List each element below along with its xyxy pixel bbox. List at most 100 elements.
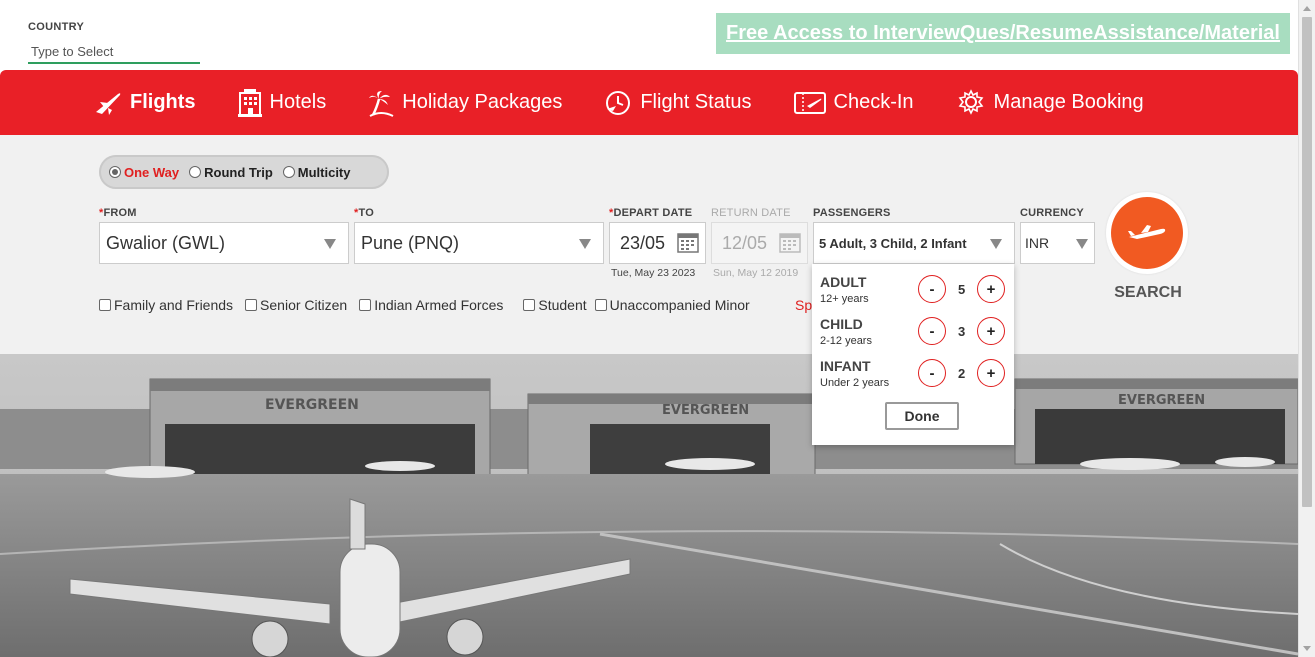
hotel-icon — [237, 88, 262, 117]
calendar-icon[interactable] — [677, 231, 699, 253]
passengers-select[interactable]: 5 Adult, 3 Child, 2 Infant — [813, 222, 1015, 264]
chevron-down-icon — [579, 239, 591, 249]
gear-icon — [958, 88, 983, 115]
adult-count: 5 — [958, 282, 966, 297]
country-label: COUNTRY — [28, 21, 85, 33]
adult-decrement-button[interactable]: - — [918, 275, 946, 303]
hangar-sign: EVERGREEN — [265, 397, 359, 413]
main-nav: Flights Hotels Holiday Packages Flight S… — [0, 70, 1298, 135]
from-label: *FROM — [99, 207, 137, 219]
nav-label: Flights — [130, 91, 196, 113]
pax-type: CHILD — [820, 316, 863, 332]
palm-tree-icon — [369, 90, 394, 117]
radio-button[interactable] — [282, 166, 295, 178]
nav-holiday-packages[interactable]: Holiday Packages — [368, 89, 562, 117]
checkbox[interactable] — [359, 299, 372, 311]
return-date-full: Sun, May 12 2019 — [713, 267, 799, 279]
scroll-up-arrow-icon[interactable] — [1303, 6, 1311, 11]
passengers-label: PASSENGERS — [813, 207, 891, 219]
radio-button[interactable] — [189, 166, 202, 178]
return-date-input[interactable]: 12/05 — [711, 222, 808, 264]
nav-label: Hotels — [269, 91, 327, 113]
depart-date-input[interactable]: 23/05 — [609, 222, 706, 264]
pax-age: 12+ years — [820, 293, 869, 305]
country-input[interactable] — [28, 40, 200, 64]
checkbox[interactable] — [594, 299, 607, 311]
hangar-sign: EVERGREEN — [1118, 393, 1205, 408]
to-value: Pune (PNQ) — [361, 232, 460, 253]
child-increment-button[interactable]: + — [977, 317, 1005, 345]
scroll-down-arrow-icon[interactable] — [1303, 646, 1311, 651]
infant-decrement-button[interactable]: - — [918, 359, 946, 387]
chevron-down-icon — [990, 239, 1002, 249]
currency-value: INR — [1025, 235, 1050, 251]
pax-type: INFANT — [820, 358, 871, 374]
nav-label: Holiday Packages — [402, 91, 563, 113]
infant-count: 2 — [958, 366, 966, 381]
checkbox[interactable] — [245, 299, 258, 311]
hangar: EVERGREEN — [149, 378, 491, 485]
currency-label: CURRENCY — [1020, 207, 1084, 219]
trip-multicity[interactable]: Multicity — [282, 164, 351, 180]
check-label: Senior Citizen — [260, 297, 348, 313]
nav-hotels[interactable]: Hotels — [237, 88, 327, 117]
trip-one-way[interactable]: One Way — [109, 165, 179, 180]
child-count: 3 — [958, 324, 966, 339]
adult-increment-button[interactable]: + — [977, 275, 1005, 303]
check-student[interactable]: Student — [523, 297, 587, 313]
nav-label: Check-In — [833, 91, 914, 113]
nav-flight-status[interactable]: Flight Status — [604, 89, 752, 117]
to-label: *TO — [354, 207, 374, 219]
currency-select[interactable]: INR — [1020, 222, 1095, 264]
nav-flights[interactable]: Flights — [94, 90, 196, 116]
to-select[interactable]: Pune (PNQ) — [354, 222, 604, 264]
pax-age: 2-12 years — [820, 335, 872, 347]
pax-age: Under 2 years — [820, 377, 890, 389]
search-label: SEARCH — [1114, 284, 1182, 301]
passenger-dropdown: ADULT 12+ years - 5 + CHILD 2-12 years -… — [812, 264, 1014, 445]
nav-manage-booking[interactable]: Manage Booking — [956, 88, 1144, 117]
hangar: EVERGREEN — [1014, 378, 1298, 465]
child-row: CHILD 2-12 years - 3 + — [820, 316, 1010, 350]
page-scrollbar[interactable] — [1298, 0, 1315, 657]
check-label: Family and Friends — [114, 297, 234, 313]
checkbox[interactable] — [523, 299, 536, 311]
from-value: Gwalior (GWL) — [106, 232, 226, 253]
depart-date-value: 23/05 — [620, 232, 666, 253]
scroll-thumb[interactable] — [1302, 17, 1312, 507]
return-date-value: 12/05 — [722, 232, 768, 253]
discount-options: Family and Friends Senior Citizen Indian… — [99, 297, 762, 313]
passengers-value: 5 Adult, 3 Child, 2 Infant — [819, 235, 967, 251]
trip-label: One Way — [124, 164, 180, 180]
check-label: Unaccompanied Minor — [609, 297, 750, 313]
check-label: Student — [538, 297, 587, 313]
nav-label: Manage Booking — [993, 91, 1144, 113]
search-panel: One Way Round Trip Multicity *FROM Gwali… — [0, 135, 1298, 354]
child-decrement-button[interactable]: - — [918, 317, 946, 345]
calendar-icon[interactable] — [779, 231, 801, 253]
trip-round-trip[interactable]: Round Trip — [189, 165, 273, 180]
radio-button[interactable] — [109, 166, 121, 178]
airplane-icon — [1128, 225, 1166, 239]
check-unaccompanied-minor[interactable]: Unaccompanied Minor — [594, 297, 750, 313]
done-button[interactable]: Done — [885, 402, 959, 430]
special-offers-link[interactable]: Sp — [795, 297, 812, 313]
clock-icon — [606, 90, 631, 115]
promo-link[interactable]: Free Access to InterviewQues/ResumeAssis… — [726, 22, 1280, 45]
check-armed-forces[interactable]: Indian Armed Forces — [359, 297, 503, 313]
hero-airport-image: EVERGREEN EVERGREEN EVERGREEN — [0, 354, 1298, 657]
check-family-friends[interactable]: Family and Friends — [99, 297, 233, 313]
check-label: Indian Armed Forces — [374, 297, 504, 313]
nav-check-in[interactable]: Check-In — [793, 91, 914, 115]
chevron-down-icon — [324, 239, 336, 249]
adult-row: ADULT 12+ years - 5 + — [820, 274, 1010, 308]
search-button[interactable] — [1106, 192, 1188, 274]
check-senior-citizen[interactable]: Senior Citizen — [245, 297, 347, 313]
promo-banner: Free Access to InterviewQues/ResumeAssis… — [716, 13, 1290, 54]
airplane-icon — [96, 92, 121, 115]
infant-increment-button[interactable]: + — [977, 359, 1005, 387]
from-select[interactable]: Gwalior (GWL) — [99, 222, 349, 264]
checkbox[interactable] — [99, 299, 111, 311]
depart-date-label: *DEPART DATE — [609, 207, 693, 219]
trip-label: Multicity — [297, 164, 351, 180]
